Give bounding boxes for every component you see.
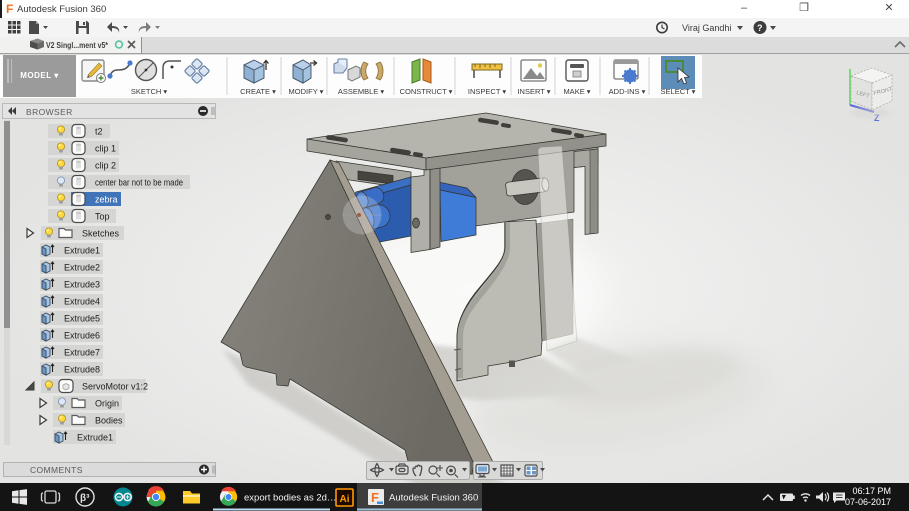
svg-text:Origin: Origin bbox=[95, 399, 119, 409]
svg-text:ASSEMBLE ▾: ASSEMBLE ▾ bbox=[338, 87, 385, 96]
svg-text:ADD-INS ▾: ADD-INS ▾ bbox=[609, 87, 646, 96]
svg-text:Top: Top bbox=[95, 212, 110, 222]
svg-text:Extrude7: Extrude7 bbox=[64, 348, 100, 358]
svg-text:Extrude4: Extrude4 bbox=[64, 297, 100, 307]
svg-text:Extrude2: Extrude2 bbox=[64, 263, 100, 273]
svg-text:INSERT ▾: INSERT ▾ bbox=[517, 87, 550, 96]
svg-text:Extrude6: Extrude6 bbox=[64, 331, 100, 341]
svg-text:β³: β³ bbox=[80, 493, 90, 504]
svg-text:INSPECT ▾: INSPECT ▾ bbox=[468, 87, 506, 96]
svg-text:V2 Singl...ment v5*: V2 Singl...ment v5* bbox=[46, 40, 109, 50]
svg-text:export bodies as 2d…: export bodies as 2d… bbox=[244, 493, 336, 504]
svg-text:Extrude3: Extrude3 bbox=[64, 280, 100, 290]
svg-text:ServoMotor v1:2: ServoMotor v1:2 bbox=[82, 382, 148, 392]
svg-text:MODIFY ▾: MODIFY ▾ bbox=[289, 87, 324, 96]
svg-text:Extrude5: Extrude5 bbox=[64, 314, 100, 324]
svg-text:SKETCH ▾: SKETCH ▾ bbox=[131, 87, 168, 96]
svg-text:clip 2: clip 2 bbox=[95, 161, 116, 171]
svg-text:zebra: zebra bbox=[95, 195, 118, 205]
svg-text:Bodies: Bodies bbox=[95, 416, 123, 426]
svg-text:Extrude8: Extrude8 bbox=[64, 365, 100, 375]
svg-text:CONSTRUCT ▾: CONSTRUCT ▾ bbox=[400, 87, 453, 96]
svg-text:Extrude1: Extrude1 bbox=[77, 433, 113, 443]
svg-text:Viraj Gandhi: Viraj Gandhi bbox=[682, 23, 731, 33]
svg-text:CREATE ▾: CREATE ▾ bbox=[240, 87, 276, 96]
svg-text:Extrude1: Extrude1 bbox=[64, 246, 100, 256]
svg-text:t2: t2 bbox=[95, 127, 103, 137]
svg-text:MAKE ▾: MAKE ▾ bbox=[563, 87, 590, 96]
svg-text:Ai: Ai bbox=[340, 494, 350, 505]
svg-text:clip 1: clip 1 bbox=[95, 144, 116, 154]
svg-text:center bar not to be made: center bar not to be made bbox=[95, 178, 183, 188]
svg-text:Sketches: Sketches bbox=[82, 229, 120, 239]
svg-text:Autodesk Fusion 360: Autodesk Fusion 360 bbox=[389, 493, 478, 504]
svg-text:?: ? bbox=[757, 23, 763, 33]
